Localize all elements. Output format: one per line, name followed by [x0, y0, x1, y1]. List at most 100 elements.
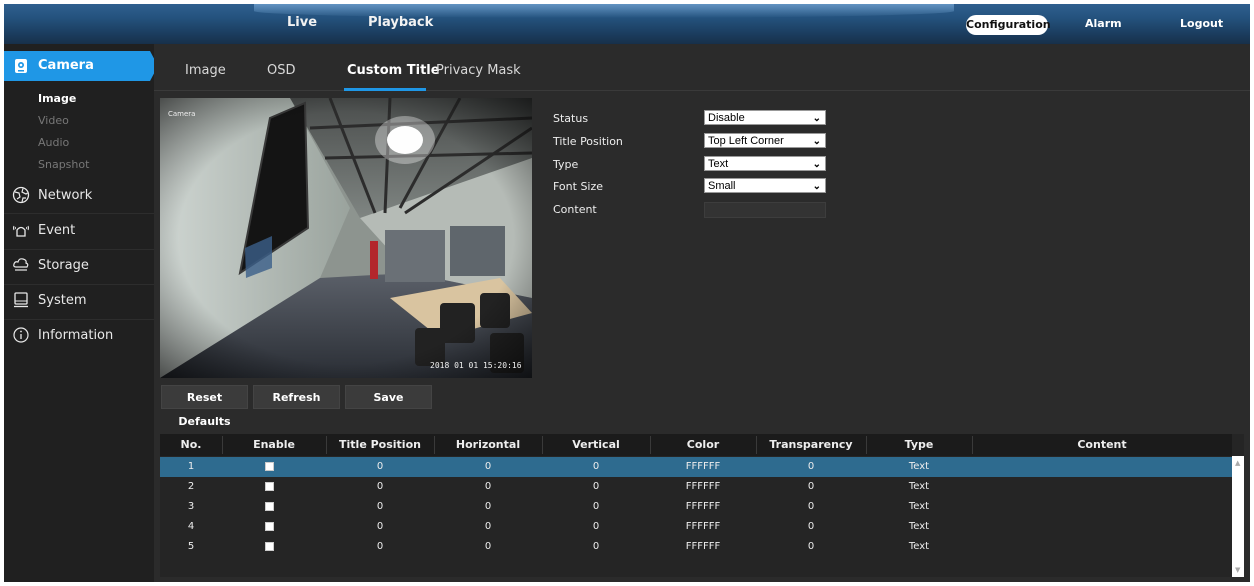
cell-color: FFFFFF [685, 501, 721, 512]
enable-checkbox[interactable] [265, 522, 274, 531]
title-position-select[interactable]: Top Left Corner ⌄ [704, 133, 826, 148]
top-nav-bar: Live Playback Configuration Alarm Logout [4, 4, 1250, 44]
cell-content [972, 457, 1232, 477]
sidebar-item-camera-label: Camera [38, 58, 94, 73]
nav-live[interactable]: Live [287, 15, 317, 30]
cell-horizontal: 0 [484, 461, 492, 472]
table-scrollbar[interactable]: ▲ ▼ [1232, 456, 1244, 577]
cell-content [972, 497, 1232, 517]
sidebar-item-event[interactable]: Event [38, 223, 75, 238]
sidebar-item-system[interactable]: System [38, 293, 86, 308]
sidebar-item-storage[interactable]: Storage [38, 258, 89, 273]
col-type: Type [904, 438, 934, 451]
sidebar-item-information[interactable]: Information [38, 328, 113, 343]
sub-tabs: Image OSD Custom Title Privacy Mask [154, 44, 1250, 91]
bell-alarm-icon [13, 225, 29, 237]
cell-type: Text [908, 521, 930, 532]
sidebar-item-network[interactable]: Network [38, 188, 92, 203]
cell-vertical: 0 [592, 541, 600, 552]
table-row[interactable]: 5 0 0 0 FFFFFF 0 Text [160, 537, 1232, 557]
col-enable: Enable [253, 438, 295, 451]
content-input[interactable] [704, 202, 826, 218]
cell-title-position: 0 [376, 481, 384, 492]
reset-defaults-button[interactable]: Reset Defaults [161, 385, 248, 428]
sidebar-subitem-audio[interactable]: Audio [38, 136, 69, 149]
cell-transparency: 0 [807, 521, 815, 532]
enable-checkbox[interactable] [265, 502, 274, 511]
sidebar-subitem-snapshot[interactable]: Snapshot [38, 158, 89, 171]
cell-color: FFFFFF [685, 481, 721, 492]
tab-custom-title[interactable]: Custom Title [347, 63, 440, 78]
font-size-label: Font Size [553, 180, 604, 193]
cell-no: 2 [187, 481, 195, 492]
app-window: Live Playback Configuration Alarm Logout… [4, 4, 1250, 582]
scroll-down-icon[interactable]: ▼ [1235, 566, 1240, 574]
osd-title-text: Camera [168, 110, 195, 118]
col-horizontal: Horizontal [455, 438, 521, 451]
col-title-position: Title Position [339, 438, 421, 451]
cell-transparency: 0 [807, 541, 815, 552]
cell-title-position: 0 [376, 461, 384, 472]
cell-type: Text [908, 501, 930, 512]
enable-checkbox[interactable] [265, 482, 274, 491]
refresh-button[interactable]: Refresh [253, 385, 340, 409]
save-button[interactable]: Save [345, 385, 432, 409]
chevron-down-icon: ⌄ [812, 113, 821, 124]
cell-type: Text [908, 461, 930, 472]
tab-image[interactable]: Image [185, 63, 226, 78]
col-transparency: Transparency [769, 438, 853, 451]
col-vertical: Vertical [572, 438, 620, 451]
col-content: Content [1077, 438, 1127, 451]
cell-transparency: 0 [807, 461, 815, 472]
video-preview: Camera 2018 01 01 15:20:16 [160, 98, 532, 378]
sidebar-subitem-video[interactable]: Video [38, 114, 69, 127]
cell-horizontal: 0 [484, 481, 492, 492]
custom-title-table: No. Enable Title Position Horizontal Ver… [160, 434, 1244, 577]
cell-no: 5 [187, 541, 195, 552]
sidebar-subitem-image[interactable]: Image [38, 92, 76, 105]
type-select[interactable]: Text ⌄ [704, 156, 826, 171]
cell-type: Text [908, 541, 930, 552]
network-icon [12, 186, 30, 204]
cell-vertical: 0 [592, 461, 600, 472]
col-color: Color [686, 438, 720, 451]
cell-vertical: 0 [592, 481, 600, 492]
cell-no: 1 [187, 461, 195, 472]
cell-vertical: 0 [592, 501, 600, 512]
nav-alarm[interactable]: Alarm [1085, 17, 1122, 30]
cell-horizontal: 0 [484, 501, 492, 512]
cell-vertical: 0 [592, 521, 600, 532]
camera-icon [15, 59, 27, 73]
status-label: Status [553, 112, 589, 125]
table-row[interactable]: 4 0 0 0 FFFFFF 0 Text [160, 517, 1232, 537]
enable-checkbox[interactable] [265, 462, 274, 471]
cell-transparency: 0 [807, 481, 815, 492]
status-select[interactable]: Disable ⌄ [704, 110, 826, 125]
cell-horizontal: 0 [484, 521, 492, 532]
nav-configuration[interactable]: Configuration [966, 15, 1051, 35]
monitor-icon [14, 292, 28, 308]
col-no: No. [180, 438, 202, 451]
cell-title-position: 0 [376, 521, 384, 532]
table-row[interactable]: 3 0 0 0 FFFFFF 0 Text [160, 497, 1232, 517]
scroll-up-icon[interactable]: ▲ [1235, 459, 1240, 467]
cell-color: FFFFFF [685, 541, 721, 552]
type-label: Type [553, 158, 579, 171]
table-row[interactable]: 1 0 0 0 FFFFFF 0 Text [160, 457, 1232, 477]
cell-type: Text [908, 481, 930, 492]
camera-scene-image: Camera 2018 01 01 15:20:16 [160, 98, 532, 378]
nav-logout[interactable]: Logout [1180, 17, 1223, 30]
cell-transparency: 0 [807, 501, 815, 512]
tab-osd[interactable]: OSD [267, 63, 296, 78]
active-tab-indicator [344, 88, 426, 91]
table-row[interactable]: 2 0 0 0 FFFFFF 0 Text [160, 477, 1232, 497]
chevron-down-icon: ⌄ [812, 136, 821, 147]
tab-privacy-mask[interactable]: Privacy Mask [436, 63, 521, 78]
chevron-down-icon: ⌄ [812, 181, 821, 192]
cell-no: 3 [187, 501, 195, 512]
font-size-select[interactable]: Small ⌄ [704, 178, 826, 193]
nav-playback[interactable]: Playback [368, 15, 433, 30]
cell-color: FFFFFF [685, 521, 721, 532]
cell-content [972, 477, 1232, 497]
enable-checkbox[interactable] [265, 542, 274, 551]
